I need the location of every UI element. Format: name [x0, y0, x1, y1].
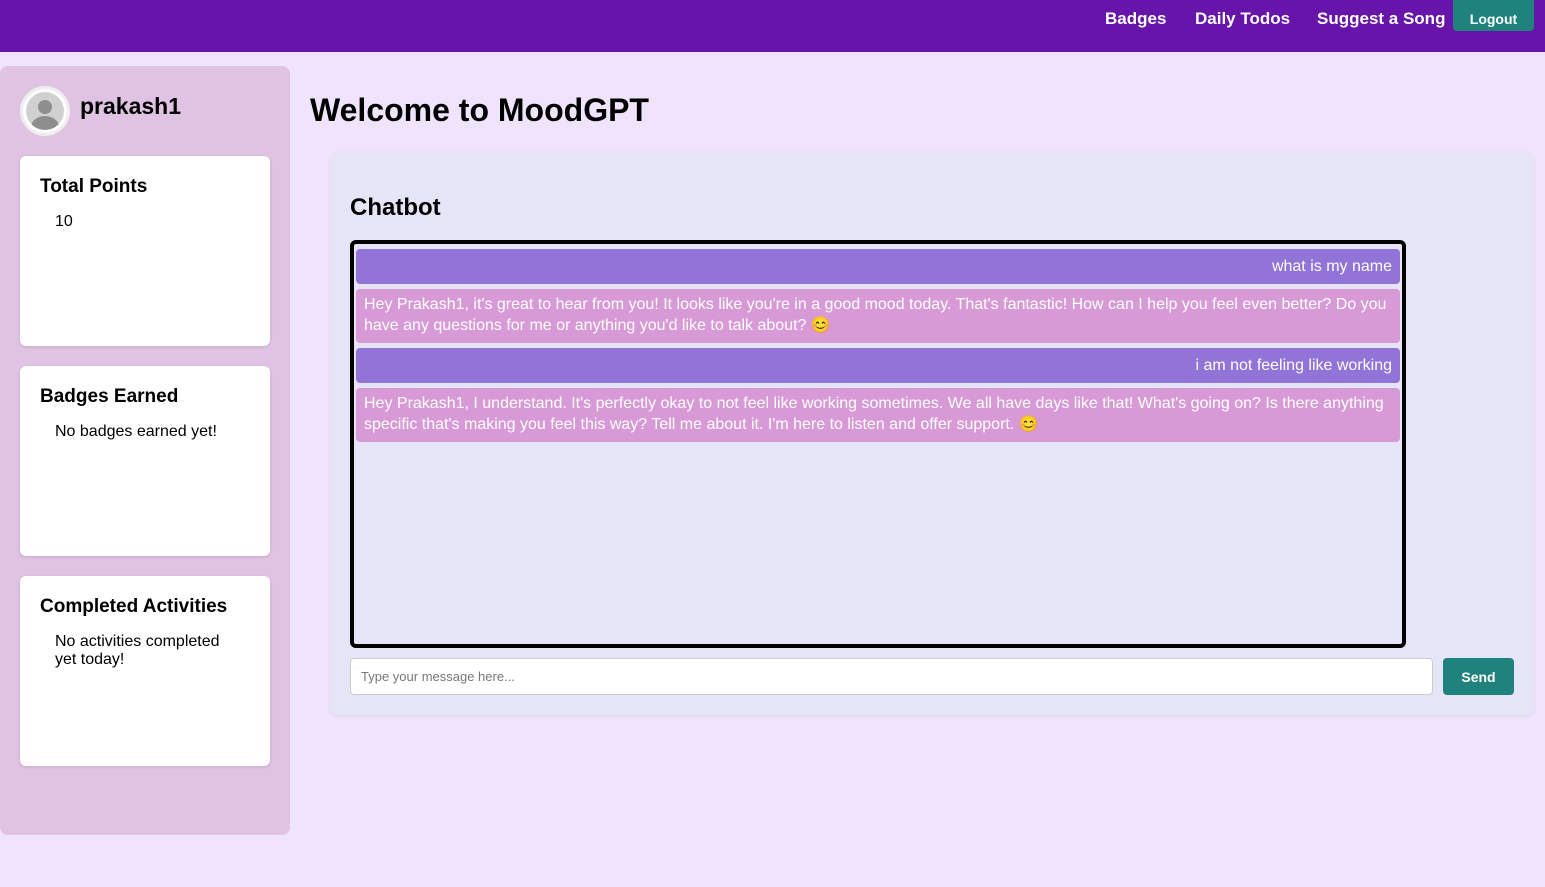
nav-link-suggest-song[interactable]: Suggest a Song: [1317, 9, 1445, 29]
nav-link-daily-todos[interactable]: Daily Todos: [1195, 9, 1290, 29]
chat-heading: Chatbot: [350, 194, 441, 221]
sidebar: prakash1 Total Points 10 Badges Earned N…: [0, 66, 290, 835]
bot-message: Hey Prakash1, I understand. It's perfect…: [356, 388, 1400, 442]
logout-button[interactable]: Logout: [1453, 0, 1534, 31]
card-body: No badges earned yet!: [55, 423, 217, 440]
user-message: what is my name: [356, 249, 1400, 284]
avatar-head: [38, 100, 52, 114]
completed-activities-card: Completed Activities No activities compl…: [20, 576, 270, 766]
bot-message: Hey Prakash1, it's great to hear from yo…: [356, 289, 1400, 343]
message-input[interactable]: [350, 658, 1433, 695]
card-title: Completed Activities: [40, 596, 228, 617]
card-body: No activities completed yet today!: [55, 633, 220, 668]
total-points-card: Total Points 10: [20, 156, 270, 346]
chat-panel: Chatbot what is my name Hey Prakash1, it…: [330, 152, 1534, 715]
user-avatar-icon: [26, 92, 64, 130]
card-body: 10: [55, 213, 73, 230]
card-title: Badges Earned: [40, 386, 179, 407]
top-navbar: Badges Daily Todos Suggest a Song Logout: [0, 0, 1545, 52]
badges-earned-card: Badges Earned No badges earned yet!: [20, 366, 270, 556]
card-title: Total Points: [40, 176, 148, 197]
user-message: i am not feeling like working: [356, 348, 1400, 383]
avatar: [20, 86, 70, 136]
username: prakash1: [80, 93, 182, 119]
send-button[interactable]: Send: [1443, 658, 1514, 695]
chat-messages[interactable]: what is my name Hey Prakash1, it's great…: [350, 240, 1406, 648]
avatar-body: [31, 116, 59, 130]
nav-link-badges[interactable]: Badges: [1105, 9, 1166, 29]
page-title: Welcome to MoodGPT: [310, 92, 649, 128]
